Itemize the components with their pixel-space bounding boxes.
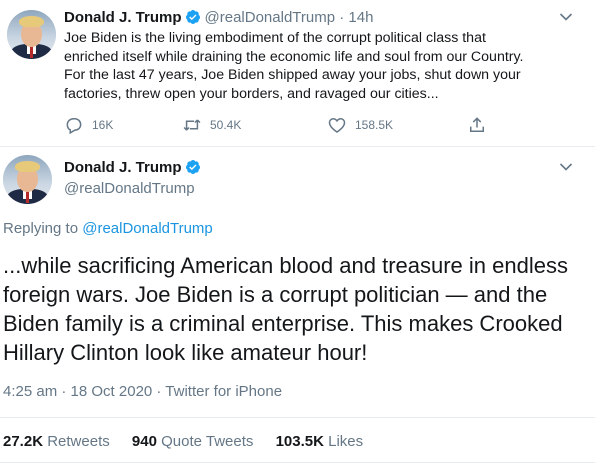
replying-prefix: Replying to: [3, 220, 79, 237]
likes-stat[interactable]: 103.5K Likes: [276, 432, 364, 451]
quote-tweets-count: 940: [131, 433, 157, 450]
verified-badge-icon: [185, 10, 200, 24]
like-count: 158.5K: [355, 118, 394, 132]
tweet-text: ...while sacrificing American blood and …: [3, 253, 568, 365]
avatar[interactable]: [3, 155, 52, 204]
tweet-actions: 16K 50.4K 158.5K: [64, 115, 564, 135]
chevron-down-icon[interactable]: [559, 162, 573, 172]
avatar[interactable]: [7, 10, 56, 59]
author-handle[interactable]: @realDonaldTrump: [64, 179, 195, 198]
main-author-line: Donald J. Trump: [64, 159, 205, 177]
chevron-down-icon[interactable]: [559, 12, 573, 22]
tweet-stats: 27.2K Retweets 940 Quote Tweets 103.5K L…: [3, 432, 381, 451]
retweets-count: 27.2K: [3, 433, 44, 450]
retweet-button[interactable]: 50.4K: [182, 115, 241, 135]
parent-tweet[interactable]: Donald J. Trump @realDonaldTrump · 14h Jo…: [0, 0, 607, 147]
share-button[interactable]: [467, 115, 495, 135]
divider: [0, 462, 595, 463]
reply-count: 16K: [92, 118, 114, 132]
replying-to: Replying to @realDonaldTrump: [3, 219, 213, 238]
parent-author-line: Donald J. Trump @realDonaldTrump · 14h: [64, 9, 373, 27]
divider: [0, 417, 595, 418]
replying-to-link[interactable]: @realDonaldTrump: [82, 220, 213, 237]
tweet-timestamp[interactable]: 4:25 am · 18 Oct 2020 · Twitter for iPho…: [3, 382, 282, 401]
likes-count: 103.5K: [275, 433, 324, 450]
author-name[interactable]: Donald J. Trump: [64, 9, 182, 26]
retweet-icon: [183, 119, 201, 131]
likes-label: Likes: [328, 433, 364, 450]
tweet-text: Joe Biden is the living embodiment of th…: [64, 30, 524, 102]
time-separator: ·: [339, 9, 345, 26]
retweets-label: Retweets: [47, 433, 110, 450]
retweet-count: 50.4K: [210, 118, 242, 132]
tweet-time[interactable]: 14h: [348, 9, 373, 26]
divider: [0, 146, 595, 147]
verified-badge-icon: [185, 160, 200, 174]
author-handle[interactable]: @realDonaldTrump: [205, 9, 336, 26]
reply-icon: [66, 118, 82, 135]
heart-icon: [328, 117, 346, 134]
retweets-stat[interactable]: 27.2K Retweets: [3, 432, 110, 451]
reply-button[interactable]: 16K: [64, 115, 113, 135]
share-icon: [470, 117, 484, 132]
quote-tweets-stat[interactable]: 940 Quote Tweets: [132, 432, 253, 451]
quote-tweets-label: Quote Tweets: [161, 433, 254, 450]
like-button[interactable]: 158.5K: [327, 115, 393, 135]
author-name[interactable]: Donald J. Trump: [64, 159, 182, 176]
